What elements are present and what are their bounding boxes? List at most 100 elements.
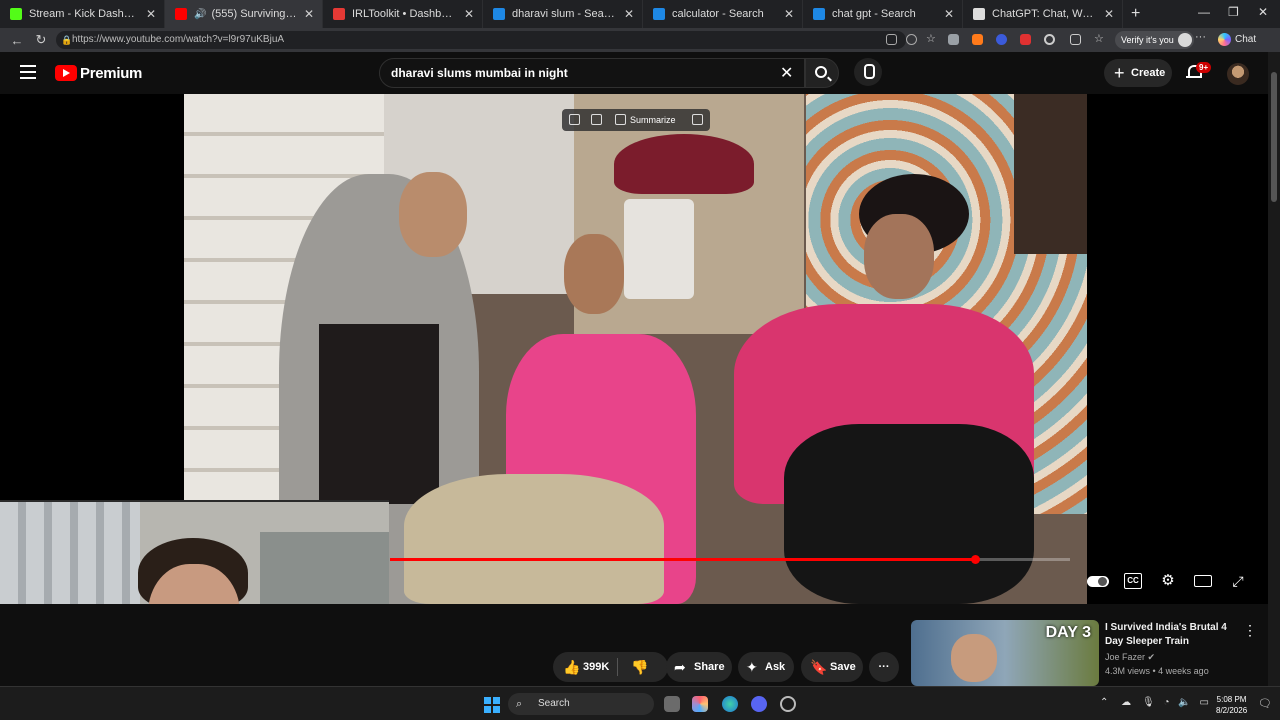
close-icon[interactable]: ✕ — [784, 7, 794, 21]
video-capture-icon[interactable] — [591, 114, 602, 125]
more-actions-button[interactable]: ··· — [869, 652, 899, 682]
youtube-premium-logo[interactable]: Premium — [80, 65, 142, 82]
thumbs-down-icon[interactable]: 👎 — [631, 652, 648, 682]
tab-kick-dashboard[interactable]: Stream - Kick Dashboard ✕ — [0, 0, 165, 28]
progress-played — [390, 558, 975, 561]
close-icon[interactable]: ✕ — [1104, 7, 1114, 21]
youtube-logo-icon[interactable] — [55, 65, 77, 81]
restore-icon[interactable]: ❐ — [1228, 5, 1239, 19]
taskbar-clock[interactable]: 5:08 PM 8/2/2026 — [1216, 694, 1247, 716]
battery-icon[interactable]: ▭ — [1200, 697, 1209, 708]
windows-start-icon[interactable] — [484, 697, 500, 713]
more-horizontal-icon: ··· — [878, 661, 890, 673]
summarize-icon[interactable] — [615, 114, 626, 125]
search-button[interactable] — [805, 58, 839, 88]
thumbnail-text: DAY 3 — [1045, 624, 1091, 641]
close-icon[interactable]: ✕ — [304, 7, 314, 21]
picture-in-picture-icon[interactable] — [569, 114, 580, 125]
more-vertical-icon[interactable]: ⋮ — [1243, 622, 1257, 639]
extension-shield-icon[interactable] — [948, 34, 959, 45]
close-icon[interactable]: ✕ — [146, 7, 156, 21]
favorites-icon[interactable]: ☆ — [1094, 32, 1105, 45]
extensions-puzzle-icon[interactable] — [1044, 34, 1055, 45]
show-hidden-icons[interactable]: ⌃ — [1100, 697, 1108, 708]
zoom-icon[interactable] — [906, 34, 917, 45]
apps-icon[interactable] — [886, 34, 897, 45]
close-icon[interactable]: ✕ — [464, 7, 474, 21]
obs-icon[interactable] — [780, 696, 796, 712]
close-icon[interactable]: ✕ — [944, 7, 954, 21]
white-bucket — [624, 199, 694, 299]
notification-center-icon[interactable]: 🗨 — [1258, 697, 1272, 710]
woman-left-face — [399, 172, 467, 257]
tab-irltoolkit[interactable]: IRLToolkit • Dashboard ✕ — [323, 0, 483, 28]
task-view-icon[interactable] — [664, 696, 680, 712]
minimize-icon[interactable]: — — [1198, 5, 1210, 19]
fullscreen-icon[interactable]: ⤢ — [1229, 573, 1247, 589]
extension-blue-icon[interactable] — [996, 34, 1007, 45]
youtube-favicon-icon — [175, 8, 187, 20]
thumbs-up-icon[interactable]: 👍 — [563, 652, 580, 682]
captions-icon[interactable]: CC — [1124, 573, 1142, 589]
page-scrollbar[interactable] — [1268, 52, 1280, 686]
search-input[interactable]: dharavi slums mumbai in night — [379, 58, 805, 88]
translate-icon[interactable] — [692, 114, 703, 125]
verified-check-icon: ✔ — [1147, 652, 1156, 662]
ask-button[interactable]: ✦ Ask — [738, 652, 794, 682]
tab-chatgpt-search[interactable]: chat gpt - Search ✕ — [803, 0, 963, 28]
wifi-icon[interactable]: ◔ — [1163, 697, 1169, 708]
edge-browser-icon[interactable] — [722, 696, 738, 712]
theater-mode-icon[interactable] — [1194, 575, 1212, 587]
tab-calculator-search[interactable]: calculator - Search ✕ — [643, 0, 803, 28]
recommended-thumbnail[interactable]: DAY 3 — [911, 620, 1099, 686]
speaker-icon[interactable]: 🔊 — [194, 9, 206, 20]
more-options-icon[interactable]: ··· — [1195, 31, 1206, 43]
copilot-app-icon[interactable] — [692, 696, 708, 712]
close-window-icon[interactable]: ✕ — [1258, 5, 1268, 19]
microphone-icon[interactable]: 🎙 — [1142, 697, 1155, 708]
woman-center-face — [564, 234, 624, 314]
discord-icon[interactable] — [751, 696, 767, 712]
profile-avatar — [1177, 33, 1192, 47]
search-icon — [815, 66, 827, 78]
account-avatar[interactable] — [1227, 63, 1249, 85]
volume-icon[interactable]: 🔈 — [1178, 697, 1190, 708]
voice-search-button[interactable] — [854, 58, 882, 86]
tab-dharavi-images[interactable]: dharavi slum - Search Images ✕ — [483, 0, 643, 28]
favorite-star-icon[interactable]: ☆ — [926, 32, 937, 45]
extension-red-icon[interactable] — [1020, 34, 1031, 45]
recommended-channel[interactable]: Joe Fazer ✔ — [1105, 652, 1155, 663]
clear-search-icon[interactable]: ✕ — [780, 63, 793, 83]
woman-right-face — [864, 214, 934, 299]
search-icon: ⌕ — [516, 698, 523, 710]
split-screen-icon[interactable] — [1070, 34, 1081, 45]
autoplay-toggle[interactable] — [1087, 576, 1109, 587]
url-bar[interactable]: 🔒 https://www.youtube.com/watch?v=l9r97u… — [56, 31, 906, 49]
save-button[interactable]: 🔖 Save — [801, 652, 863, 682]
scrollbar-thumb[interactable] — [1271, 72, 1277, 202]
menu-icon[interactable] — [20, 65, 36, 79]
new-tab-button[interactable]: + — [1131, 5, 1140, 23]
red-bundle — [614, 134, 754, 194]
reload-icon[interactable]: ↻ — [34, 32, 48, 48]
taskbar-search-box[interactable]: ⌕ Search — [508, 693, 654, 715]
progress-scrubber[interactable] — [970, 555, 980, 564]
copilot-icon — [1218, 33, 1231, 46]
verify-profile-button[interactable]: Verify it's you — [1115, 31, 1194, 49]
summarize-button[interactable]: Summarize — [630, 115, 676, 125]
tab-chatgpt[interactable]: ChatGPT: Chat, Work, Create & Co ✕ — [963, 0, 1123, 28]
recommended-meta: 4.3M views • 4 weeks ago — [1105, 666, 1209, 676]
back-icon[interactable]: ← — [10, 33, 24, 48]
close-icon[interactable]: ✕ — [624, 7, 634, 21]
create-button[interactable]: + Create — [1104, 59, 1172, 87]
tab-youtube-video[interactable]: 🔊 (555) Surviving India's FLOATI ✕ — [165, 0, 323, 28]
extension-brave-icon[interactable] — [972, 34, 983, 45]
share-button[interactable]: ➦ Share — [666, 652, 732, 682]
thumbnail-face — [951, 634, 997, 682]
like-count[interactable]: 399K — [583, 652, 609, 682]
recommended-title[interactable]: I Survived India's Brutal 4 Day Sleeper … — [1105, 621, 1245, 649]
network-icon[interactable]: ☁ — [1121, 697, 1131, 708]
video-progress-bar[interactable] — [390, 555, 1070, 564]
settings-gear-icon[interactable]: ⚙ — [1159, 571, 1177, 589]
copilot-chat-button[interactable]: Chat — [1218, 33, 1256, 46]
